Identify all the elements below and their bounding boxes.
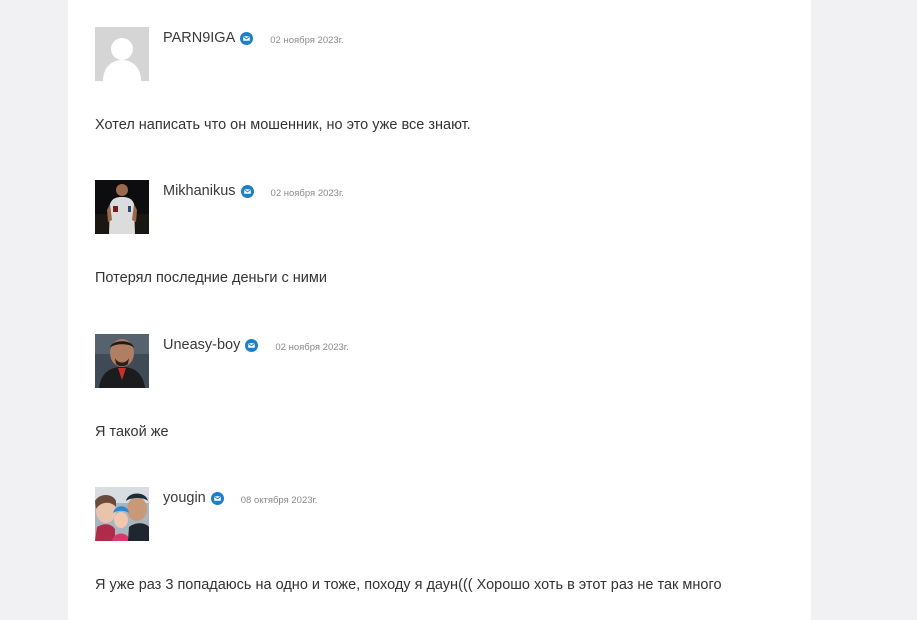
envelope-badge-icon[interactable] [210, 491, 224, 505]
comment-meta: Uneasy-boy 02 ноября 2023г. [163, 335, 349, 355]
envelope-badge-icon[interactable] [245, 338, 259, 352]
man-in-dark-photo-avatar[interactable] [95, 180, 149, 234]
envelope-badge-icon[interactable] [240, 184, 254, 198]
comment-author[interactable]: Mikhanikus [163, 183, 236, 199]
comment-text: Я уже раз 3 попадаюсь на одно и тоже, по… [95, 577, 722, 593]
envelope-badge-icon[interactable] [240, 31, 254, 45]
comment-meta: yougin 08 октября 2023г. [163, 488, 317, 508]
comment-text: Хотел написать что он мошенник, но это у… [95, 117, 471, 133]
default-user-avatar[interactable] [95, 27, 149, 81]
comment-date: 02 ноября 2023г. [275, 341, 349, 353]
comment-author[interactable]: yougin [163, 490, 206, 506]
comment-author[interactable]: Uneasy-boy [163, 337, 240, 353]
family-photo-avatar[interactable] [95, 487, 149, 541]
comment-text: Я такой же [95, 424, 169, 440]
comment-date: 02 ноября 2023г. [270, 187, 344, 199]
comment-meta: Mikhanikus 02 ноября 2023г. [163, 181, 344, 201]
comment-date: 02 ноября 2023г. [270, 34, 344, 46]
comment-meta: PARN9IGA 02 ноября 2023г. [163, 28, 344, 48]
comment-author[interactable]: PARN9IGA [163, 30, 235, 46]
comment-date: 08 октября 2023г. [240, 494, 318, 506]
man-portrait-photo-avatar[interactable] [95, 334, 149, 388]
comments-card: PARN9IGA 02 ноября 2023г. Хотел написать… [68, 0, 811, 620]
comment-text: Потерял последние деньги с ними [95, 270, 327, 286]
